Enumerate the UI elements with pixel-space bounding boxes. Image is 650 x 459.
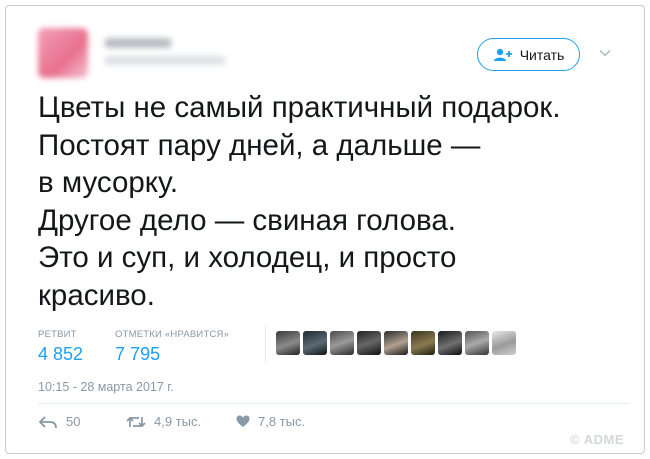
divider xyxy=(265,326,266,364)
reply-icon xyxy=(38,415,57,428)
author-name-blurred[interactable] xyxy=(104,38,172,48)
liker-avatar[interactable] xyxy=(438,331,462,355)
liker-avatar[interactable] xyxy=(384,331,408,355)
follow-label: Читать xyxy=(519,46,565,63)
liker-avatar[interactable] xyxy=(303,331,327,355)
likes-stat[interactable]: ОТМЕТКИ «НРАВИТСЯ» 7 795 xyxy=(115,329,229,365)
reply-button[interactable]: 50 xyxy=(38,414,126,429)
liker-avatars xyxy=(276,331,516,355)
liker-avatar[interactable] xyxy=(276,331,300,355)
tweet-text-line: Это и суп, и холодец, и просто xyxy=(38,241,457,274)
watermark: © ADME xyxy=(570,432,624,447)
liker-avatar[interactable] xyxy=(465,331,489,355)
tweet-actions: 50 4,9 тыс. 7,8 тыс. xyxy=(38,414,305,429)
tweet-text: Цветы не самый практичный подарок. Посто… xyxy=(38,89,628,314)
reply-count: 50 xyxy=(66,414,81,429)
like-button[interactable]: 7,8 тыс. xyxy=(236,414,305,429)
tweet-text-line: Цветы не самый практичный подарок. xyxy=(38,91,561,124)
tweet-text-line: в мусорку. xyxy=(38,166,179,199)
retweet-button[interactable]: 4,9 тыс. xyxy=(126,414,236,429)
retweets-label: РЕТВИТ xyxy=(38,329,77,340)
liker-avatar[interactable] xyxy=(492,331,516,355)
likes-value: 7 795 xyxy=(115,344,161,364)
liker-avatar[interactable] xyxy=(330,331,354,355)
author-avatar[interactable] xyxy=(38,28,88,78)
retweet-count: 4,9 тыс. xyxy=(154,414,202,429)
tweet-text-line: Постоят пару дней, а дальше — xyxy=(38,128,481,162)
liker-avatar[interactable] xyxy=(411,331,435,355)
add-user-icon xyxy=(493,48,512,61)
heart-icon xyxy=(236,415,250,427)
author-handle-blurred[interactable] xyxy=(104,56,226,65)
tweet-stats: РЕТВИТ 4 852 ОТМЕТКИ «НРАВИТСЯ» 7 795 xyxy=(38,329,229,365)
retweet-icon xyxy=(126,416,146,427)
retweets-stat[interactable]: РЕТВИТ 4 852 xyxy=(38,329,83,365)
retweets-value: 4 852 xyxy=(38,344,84,364)
liker-avatar[interactable] xyxy=(357,331,381,355)
like-count: 7,8 тыс. xyxy=(258,414,306,429)
follow-button[interactable]: Читать xyxy=(477,38,580,71)
tweet-timestamp[interactable]: 10:15 - 28 марта 2017 г. xyxy=(38,380,174,394)
divider xyxy=(38,403,630,404)
tweet-text-line: красиво. xyxy=(38,278,155,312)
tweet-text-line: Другое дело — свиная голова. xyxy=(38,203,456,237)
likes-label: ОТМЕТКИ «НРАВИТСЯ» xyxy=(115,329,230,340)
chevron-down-icon[interactable] xyxy=(598,46,612,60)
